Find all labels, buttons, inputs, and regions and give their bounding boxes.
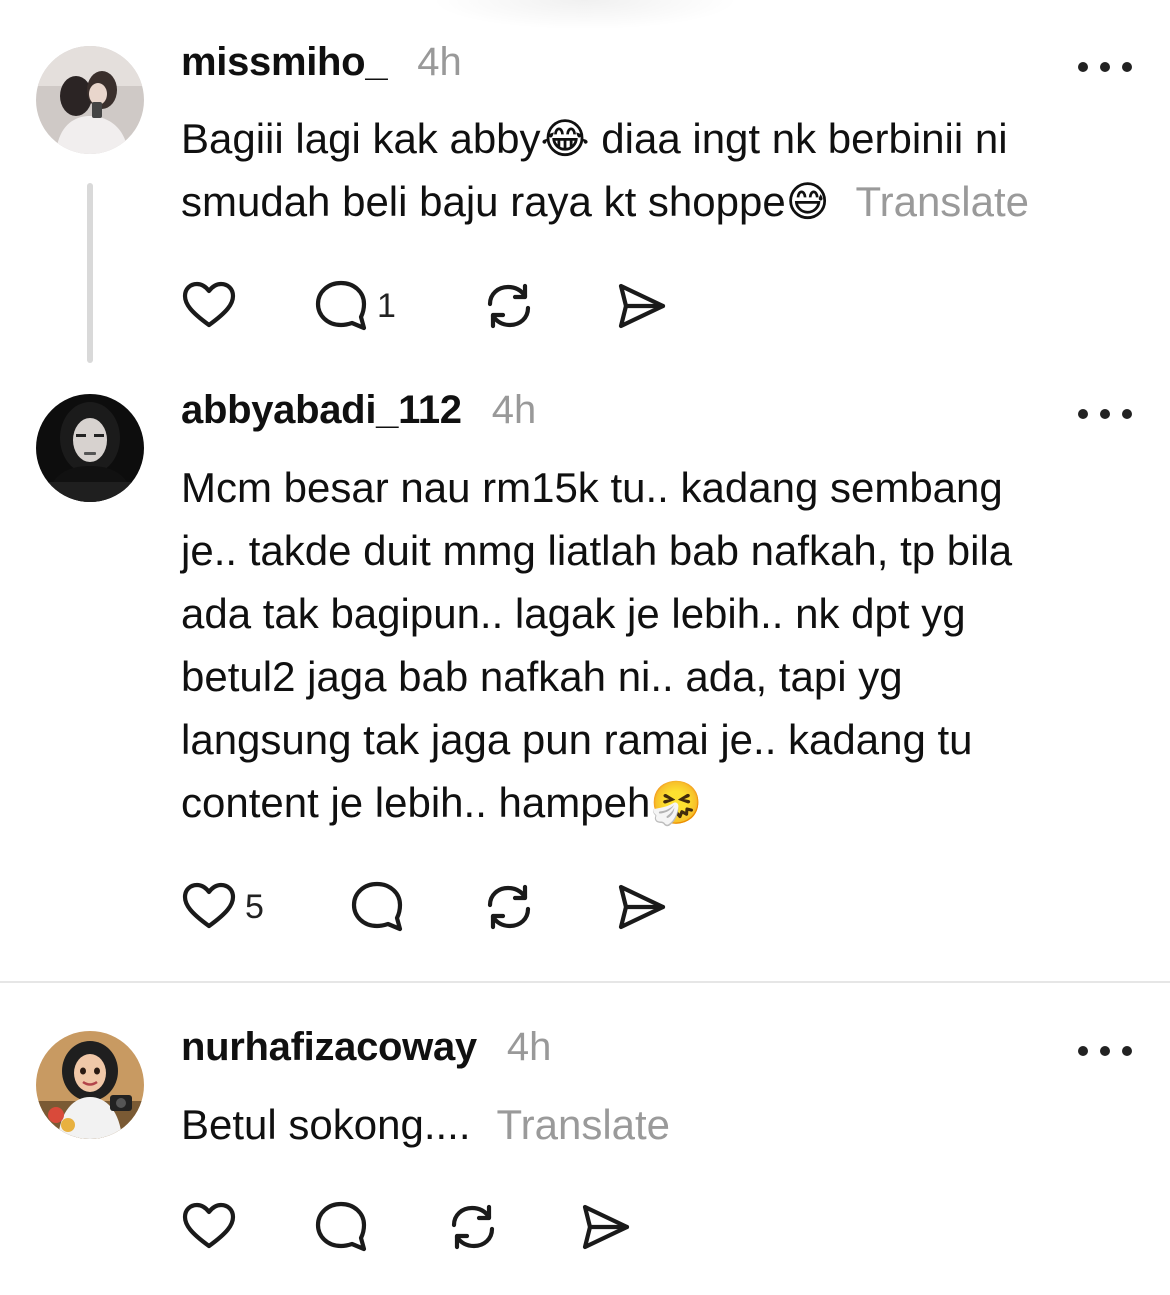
share-button[interactable] xyxy=(577,1199,633,1255)
share-button[interactable] xyxy=(613,879,669,935)
repost-icon xyxy=(451,1204,495,1250)
repost-button[interactable] xyxy=(445,1199,501,1255)
username[interactable]: missmiho_ xyxy=(181,40,388,85)
more-icon[interactable] xyxy=(1078,1044,1132,1058)
post-text: Mcm besar nau rm15k tu.. kadang sembang … xyxy=(181,464,1013,826)
send-icon xyxy=(582,1204,630,1250)
timestamp: 4h xyxy=(417,40,462,84)
post-text: Betul sokong.... Translate xyxy=(181,1101,671,1148)
timestamp: 4h xyxy=(491,388,537,432)
top-shadow xyxy=(430,0,740,30)
more-icon[interactable] xyxy=(1078,60,1132,74)
reply-button[interactable]: 1 xyxy=(313,278,396,334)
repost-button[interactable] xyxy=(481,879,537,935)
reply-button[interactable] xyxy=(313,1199,369,1255)
reply-button[interactable] xyxy=(349,879,405,935)
like-count: 5 xyxy=(245,887,264,926)
like-button[interactable]: 5 xyxy=(181,879,264,935)
repost-icon xyxy=(487,283,531,329)
repost-button[interactable] xyxy=(481,278,537,334)
username[interactable]: abbyabadi_112 xyxy=(181,388,462,433)
translate-link[interactable]: Translate xyxy=(497,1101,671,1148)
username[interactable]: nurhafizacoway xyxy=(181,1025,477,1070)
post-divider xyxy=(0,981,1170,983)
reply-count: 1 xyxy=(377,286,396,325)
heart-icon xyxy=(182,882,236,929)
translate-link[interactable]: Translate xyxy=(856,178,1030,225)
comment-icon xyxy=(315,280,367,331)
like-button[interactable] xyxy=(181,1199,237,1255)
more-icon[interactable] xyxy=(1078,407,1132,421)
timestamp: 4h xyxy=(506,1025,552,1069)
avatar[interactable] xyxy=(36,394,144,502)
thread-connector-line xyxy=(87,183,93,363)
repost-icon xyxy=(487,884,531,930)
heart-icon xyxy=(182,281,236,328)
heart-icon xyxy=(182,1202,236,1249)
share-button[interactable] xyxy=(613,278,669,334)
like-button[interactable] xyxy=(181,278,237,334)
avatar[interactable] xyxy=(36,46,144,154)
comment-icon xyxy=(315,1201,367,1252)
send-icon xyxy=(618,884,666,930)
post-text: Bagiii lagi kak abby😂 diaa ingt nk berbi… xyxy=(181,115,1030,225)
comment-icon xyxy=(351,881,403,932)
send-icon xyxy=(618,283,666,329)
avatar[interactable] xyxy=(36,1031,144,1139)
